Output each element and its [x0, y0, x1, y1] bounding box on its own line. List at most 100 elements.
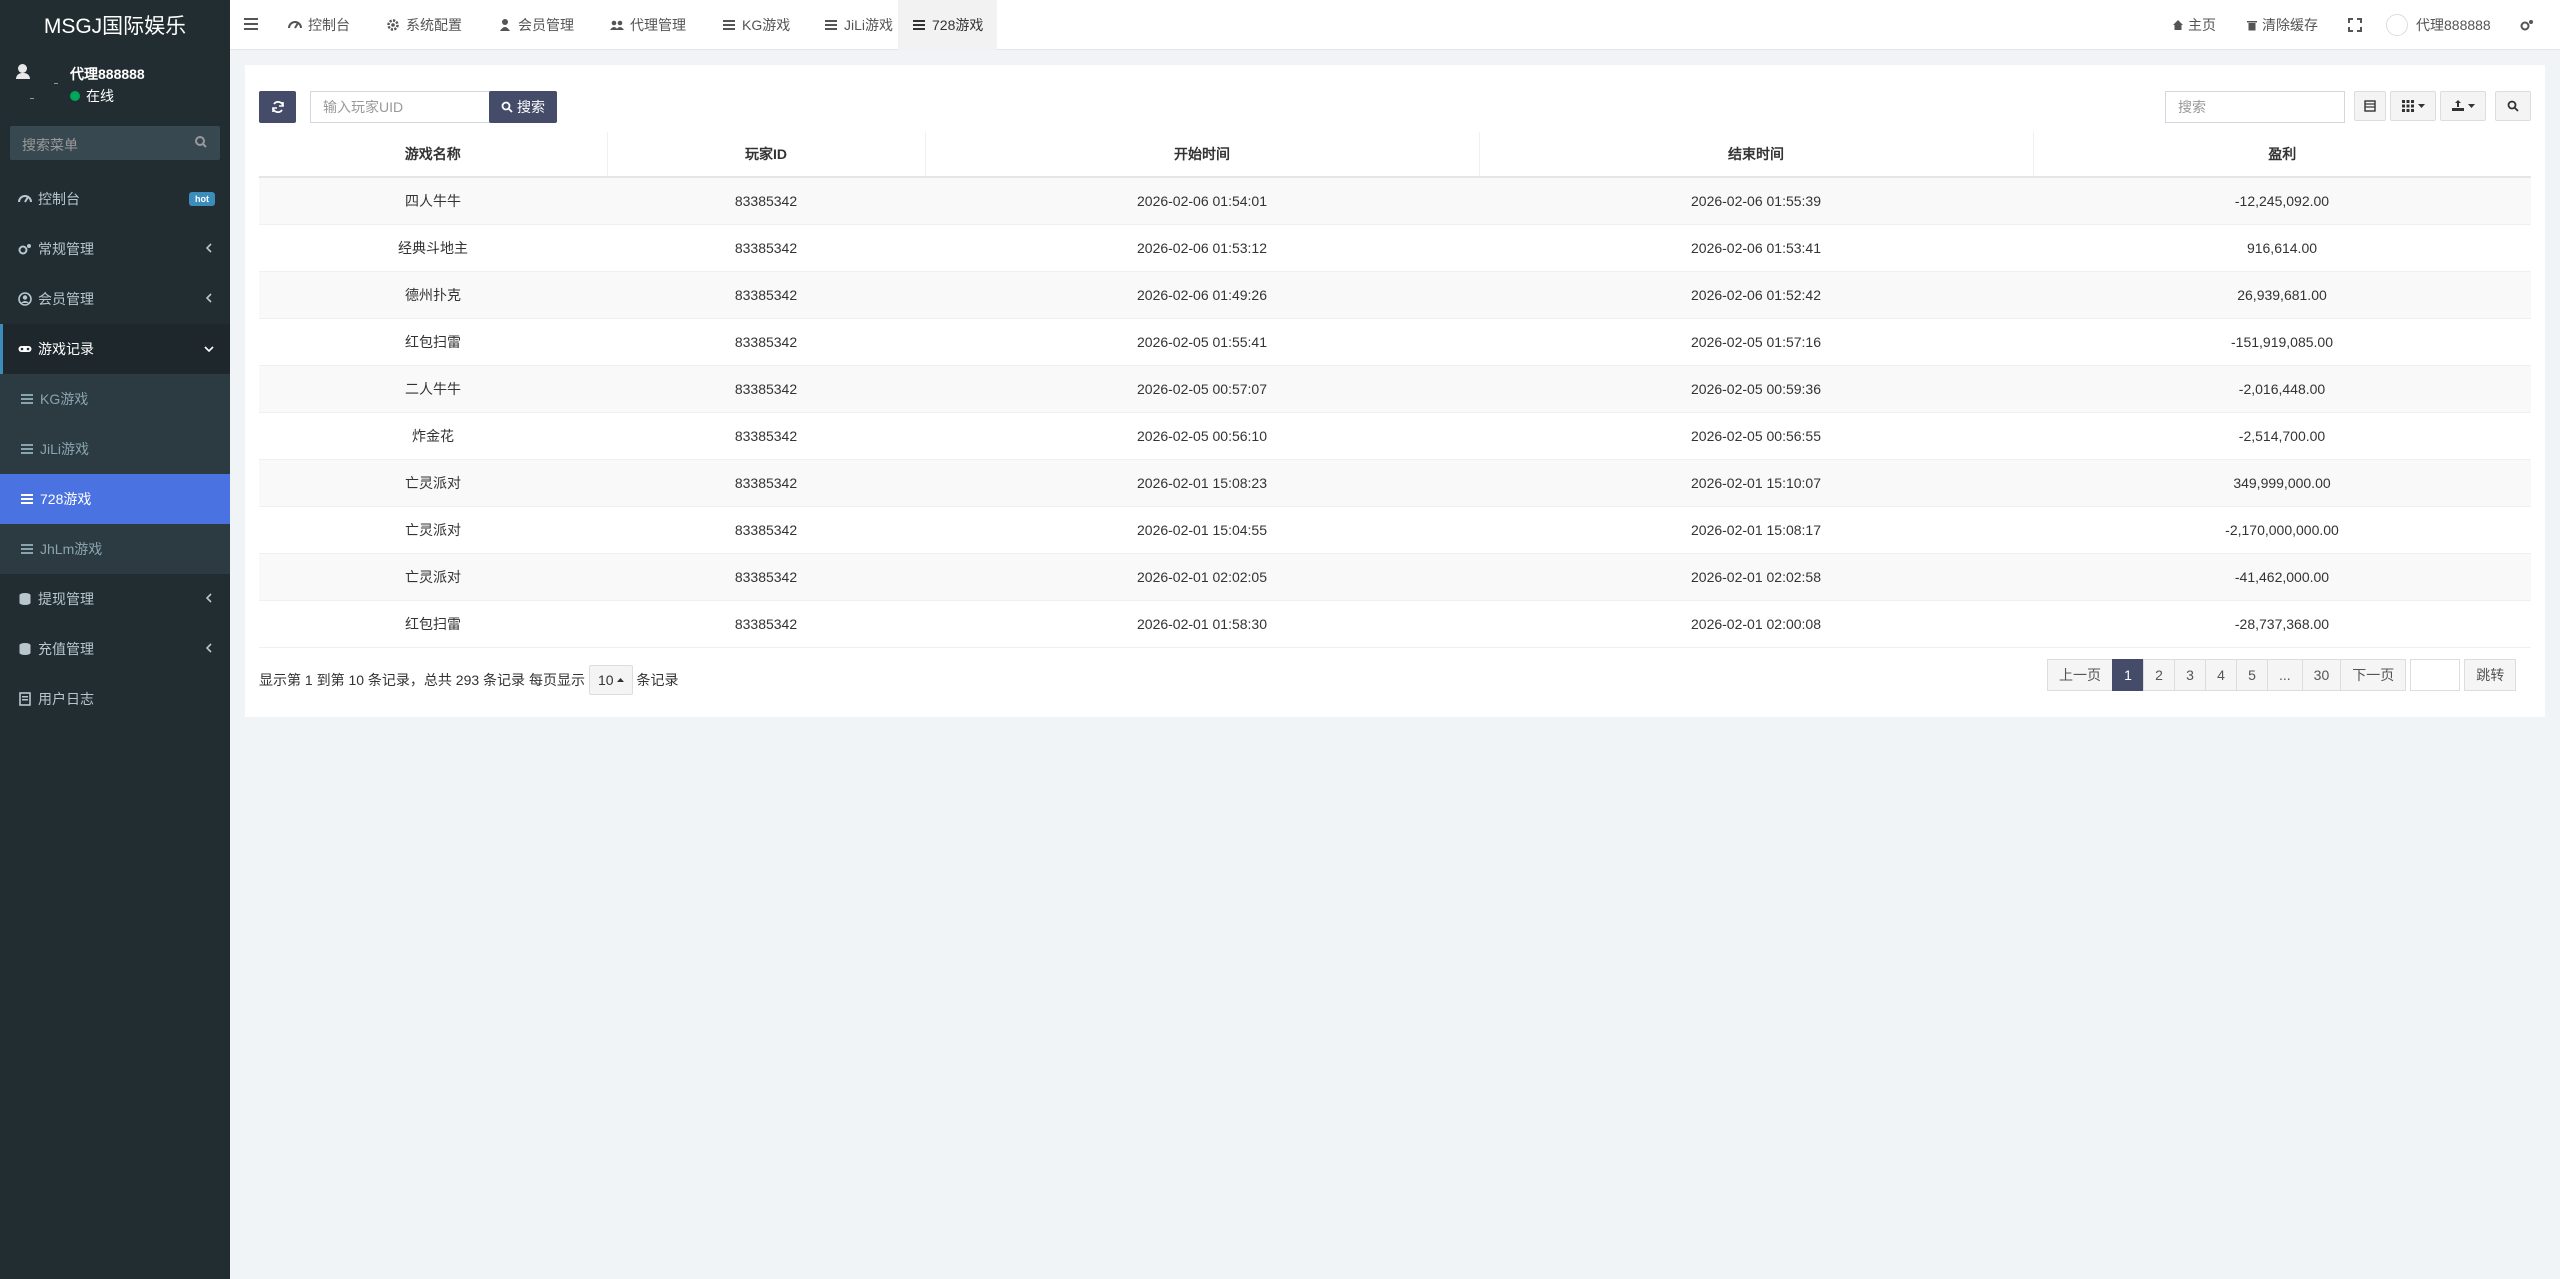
- page-button-4[interactable]: 4: [2205, 659, 2237, 691]
- cell-end-time: 2026-02-06 01:53:41: [1479, 224, 2033, 272]
- tab-label: JiLi游戏: [844, 17, 894, 33]
- chevron-left-icon: [206, 593, 212, 603]
- sidebar-item-members[interactable]: 会员管理: [0, 274, 230, 324]
- sidebar-item-label: 充值管理: [38, 641, 94, 657]
- page-button-30[interactable]: 30: [2301, 659, 2342, 691]
- cell-game-name: 红包扫雷: [259, 318, 607, 366]
- sidebar-search-placeholder: 搜索菜单: [22, 137, 78, 153]
- column-header-end-time[interactable]: 结束时间: [1479, 132, 2034, 178]
- page-button-2[interactable]: 2: [2143, 659, 2175, 691]
- tab-dashboard[interactable]: 控制台: [274, 0, 364, 50]
- clear-cache-label: 清除缓存: [2262, 17, 2318, 33]
- cell-end-time: 2026-02-05 00:56:55: [1479, 412, 2033, 460]
- sidebar-item-kg-games[interactable]: KG游戏: [0, 374, 230, 424]
- cell-game-name: 二人牛牛: [259, 365, 607, 413]
- uid-search-input[interactable]: 输入玩家UID: [310, 91, 490, 123]
- chevron-down-icon: [204, 346, 214, 352]
- tab-jili-games[interactable]: JiLi游戏: [810, 0, 907, 50]
- table-row: 炸金花 83385342 2026-02-05 00:56:10 2026-02-05…: [259, 412, 2531, 460]
- cell-end-time: 2026-02-06 01:52:42: [1479, 271, 2033, 319]
- sidebar-item-recharges[interactable]: 充值管理: [0, 624, 230, 674]
- gamepad-icon: [18, 346, 32, 352]
- cell-profit: -41,462,000.00: [2033, 553, 2531, 601]
- table-row: 经典斗地主 83385342 2026-02-06 01:53:12 2026-02-…: [259, 224, 2531, 272]
- app-logo[interactable]: MSGJ国际娱乐: [0, 0, 230, 50]
- menu-toggle-icon[interactable]: [244, 18, 258, 30]
- home-link[interactable]: 主页: [2172, 0, 2216, 50]
- cell-start-time: 2026-02-01 15:04:55: [925, 506, 1479, 554]
- tab-system-config[interactable]: 系统配置: [372, 0, 476, 50]
- table-row: 四人牛牛 83385342 2026-02-06 01:54:01 2026-02-0…: [259, 177, 2531, 225]
- cell-game-name: 经典斗地主: [259, 224, 607, 272]
- table-row: 二人牛牛 83385342 2026-02-05 00:57:07 2026-02-0…: [259, 365, 2531, 413]
- sidebar-item-label: 游戏记录: [38, 341, 94, 357]
- toggle-view-button[interactable]: [2354, 91, 2386, 121]
- table-search-button[interactable]: [2495, 91, 2531, 121]
- tab-agents[interactable]: 代理管理: [596, 0, 700, 50]
- page-button-1[interactable]: 1: [2112, 659, 2144, 691]
- clear-cache-link[interactable]: 清除缓存: [2246, 0, 2318, 50]
- cell-start-time: 2026-02-05 01:55:41: [925, 318, 1479, 366]
- next-page-button[interactable]: 下一页: [2340, 659, 2407, 691]
- tab-members[interactable]: 会员管理: [484, 0, 588, 50]
- cell-profit: -28,737,368.00: [2033, 600, 2531, 648]
- game-records-table: 游戏名称 玩家ID 开始时间 结束时间 盈利 四人牛牛 83385342 2026-…: [259, 132, 2531, 648]
- top-navbar: 控制台 系统配置 会员管理 代理管理 KG游戏 JiLi游戏 728游戏 主页 …: [230, 0, 2560, 50]
- caret-down-icon: [2467, 104, 2475, 108]
- cell-profit: -12,245,092.00: [2033, 177, 2531, 225]
- prev-page-button[interactable]: 上一页: [2047, 659, 2113, 691]
- sidebar-item-jili-games[interactable]: JiLi游戏: [0, 424, 230, 474]
- sidebar-item-label: 用户日志: [38, 691, 94, 707]
- page-button-5[interactable]: 5: [2236, 659, 2268, 691]
- avatar: [16, 62, 32, 86]
- column-header-player-id[interactable]: 玩家ID: [607, 132, 926, 178]
- sidebar-item-general[interactable]: 常规管理: [0, 224, 230, 274]
- sidebar-search-input[interactable]: 搜索菜单: [10, 126, 220, 160]
- cell-start-time: 2026-02-01 02:02:05: [925, 553, 1479, 601]
- column-header-profit[interactable]: 盈利: [2033, 132, 2531, 178]
- column-header-game-name[interactable]: 游戏名称: [259, 132, 608, 178]
- cell-end-time: 2026-02-01 02:00:08: [1479, 600, 2033, 648]
- cell-profit: -2,016,448.00: [2033, 365, 2531, 413]
- sidebar-item-jhlm-games[interactable]: JhLm游戏: [0, 524, 230, 574]
- page-size-select[interactable]: 10: [588, 665, 633, 695]
- tab-label: 代理管理: [630, 17, 686, 33]
- refresh-button[interactable]: [259, 91, 296, 123]
- cell-profit: -151,919,085.00: [2033, 318, 2531, 366]
- jump-button[interactable]: 跳转: [2464, 659, 2517, 691]
- cell-player-id: 83385342: [607, 553, 925, 601]
- table-header-row: 游戏名称 玩家ID 开始时间 结束时间 盈利: [259, 132, 2531, 178]
- export-dropdown-button[interactable]: [2440, 91, 2486, 121]
- search-icon: [2507, 100, 2519, 112]
- settings-button[interactable]: [2520, 0, 2538, 50]
- list-icon: [825, 20, 837, 30]
- sidebar-item-user-logs[interactable]: 用户日志: [0, 674, 230, 724]
- sidebar-item-728-games[interactable]: 728游戏: [0, 474, 230, 524]
- sidebar-item-withdrawals[interactable]: 提现管理: [0, 574, 230, 624]
- trash-icon: [2247, 21, 2257, 31]
- columns-dropdown-button[interactable]: [2390, 91, 2436, 121]
- search-icon[interactable]: [194, 135, 208, 149]
- tab-kg-games[interactable]: KG游戏: [708, 0, 804, 50]
- cell-player-id: 83385342: [607, 506, 925, 554]
- avatar: [2386, 14, 2408, 36]
- chevron-left-icon: [206, 293, 212, 303]
- sidebar-item-game-records[interactable]: 游戏记录: [0, 324, 230, 374]
- home-icon: [2173, 20, 2183, 30]
- cell-game-name: 红包扫雷: [259, 600, 607, 648]
- table-row: 亡灵派对 83385342 2026-02-01 15:04:55 2026-02-0…: [259, 506, 2531, 554]
- list-icon: [21, 444, 33, 454]
- tab-728-games[interactable]: 728游戏: [898, 0, 998, 50]
- chevron-left-icon: [206, 643, 212, 653]
- cell-game-name: 亡灵派对: [259, 553, 607, 601]
- search-button[interactable]: 搜索: [489, 91, 557, 123]
- jump-page-input[interactable]: [2410, 659, 2461, 691]
- column-header-start-time[interactable]: 开始时间: [925, 132, 1480, 178]
- cogs-icon: [2520, 20, 2533, 31]
- cell-start-time: 2026-02-01 15:08:23: [925, 459, 1479, 507]
- sidebar-item-dashboard[interactable]: 控制台 hot: [0, 174, 230, 224]
- user-menu[interactable]: 代理888888: [2386, 0, 2491, 50]
- table-search-input[interactable]: 搜索: [2165, 91, 2345, 123]
- page-button-3[interactable]: 3: [2174, 659, 2206, 691]
- fullscreen-button[interactable]: [2348, 0, 2366, 50]
